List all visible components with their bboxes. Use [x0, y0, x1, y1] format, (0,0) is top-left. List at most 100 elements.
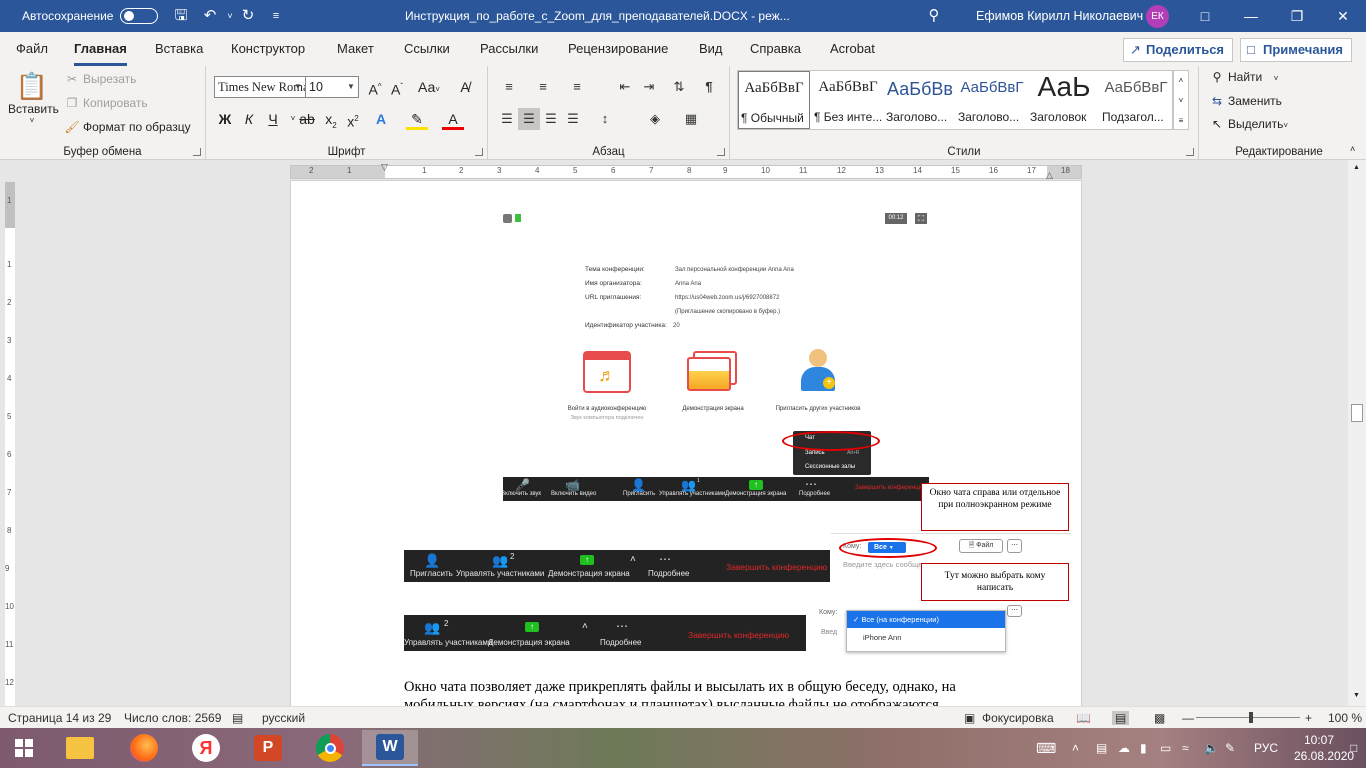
save-icon[interactable]: 🖫 [171, 6, 191, 26]
word-count[interactable]: Число слов: 2569 [124, 711, 221, 725]
undo-icon[interactable]: ↶ [200, 6, 220, 26]
close-icon[interactable]: ✕ [1320, 0, 1366, 32]
style-no-spacing[interactable]: АаБбВвГ ¶ Без инте... [812, 71, 884, 129]
notifications-icon[interactable]: □ [1350, 728, 1357, 768]
bold-icon[interactable]: Ж [214, 108, 236, 130]
style-title[interactable]: АаЬ Заголовок [1028, 71, 1100, 129]
touch-keyboard-icon[interactable]: ⌨ [1036, 728, 1056, 768]
share-button[interactable]: ↗ Поделиться [1123, 38, 1233, 62]
underline-icon[interactable]: Ч [262, 108, 284, 130]
styles-scroll[interactable]: ˄ ˅ ≡ [1173, 70, 1189, 130]
style-subtitle[interactable]: АаБбВвГ Подзагол... [1100, 71, 1172, 129]
select-button[interactable]: ↖ Выделить˅ [1209, 117, 1288, 131]
replace-button[interactable]: ⇆ Заменить [1209, 94, 1282, 108]
collapse-ribbon-icon[interactable]: ˄ [1350, 144, 1355, 154]
justify-icon[interactable]: ☰ [562, 108, 584, 130]
align-left-icon[interactable]: ☰ [496, 108, 518, 130]
style-heading-1[interactable]: АаБбВв Заголово... [884, 71, 956, 129]
align-right-icon[interactable]: ☰ [540, 108, 562, 130]
tray-chevron-icon[interactable]: ˄ [1072, 728, 1079, 768]
tab-insert[interactable]: Вставка [155, 41, 203, 56]
word-icon[interactable]: W [362, 730, 418, 766]
first-line-indent-marker[interactable]: ▽ [381, 162, 388, 173]
superscript-icon[interactable]: x2 [342, 108, 364, 130]
tab-design[interactable]: Конструктор [231, 41, 305, 56]
shrink-font-icon[interactable]: Aˇ [386, 76, 408, 98]
font-color-icon[interactable]: A [442, 108, 464, 130]
tab-mailings[interactable]: Рассылки [480, 41, 538, 56]
tab-home[interactable]: Главная [74, 41, 127, 66]
document-page[interactable]: 00:12 ⛶ Тема конференции: Имя организато… [290, 180, 1082, 706]
comments-button[interactable]: □ Примечания [1240, 38, 1352, 62]
paste-button[interactable]: 📋 Вставить ˅ [8, 70, 59, 136]
numbering-icon[interactable]: ≡ [532, 76, 554, 98]
chrome-icon[interactable] [302, 730, 358, 766]
firefox-icon[interactable] [116, 730, 172, 766]
web-layout-icon[interactable]: ▩ [1154, 711, 1165, 725]
vertical-ruler[interactable]: 1 1 2 3 4 5 6 7 8 9 10 11 12 [0, 160, 18, 706]
borders-icon[interactable]: ▦ [680, 108, 702, 130]
styles-launcher-icon[interactable] [1186, 148, 1194, 156]
copy-button[interactable]: ❐ Копировать [64, 96, 148, 110]
powerpoint-icon[interactable]: P [240, 730, 296, 766]
line-spacing-icon[interactable]: ↕ [594, 108, 616, 130]
tab-layout[interactable]: Макет [337, 41, 374, 56]
user-name[interactable]: Ефимов Кирилл Николаевич [976, 0, 1143, 32]
page-count[interactable]: Страница 14 из 29 [8, 711, 111, 725]
minimize-icon[interactable]: — [1228, 0, 1274, 32]
decrease-indent-icon[interactable]: ⇤ [614, 76, 636, 98]
font-size-select[interactable]: 10 ▼ [305, 76, 359, 98]
font-name-select[interactable]: Times New Roman ▼ [214, 76, 306, 98]
yandex-browser-icon[interactable]: Я [178, 730, 234, 766]
bullets-icon[interactable]: ≡ [498, 76, 520, 98]
wifi-icon[interactable]: ≈ [1182, 728, 1189, 768]
battery-icon[interactable]: ▮ [1140, 728, 1147, 768]
redo-icon[interactable]: ↻ [238, 6, 258, 26]
ribbon-display-icon[interactable]: □ [1182, 0, 1228, 32]
vertical-scrollbar[interactable]: ▲ ▼ [1348, 160, 1366, 706]
sort-icon[interactable]: ⇅ [668, 76, 690, 98]
customize-qat-icon[interactable]: ≡ [266, 6, 286, 26]
search-icon[interactable]: ⚲ [924, 6, 944, 26]
zoom-slider[interactable] [1196, 717, 1300, 718]
clipboard-launcher-icon[interactable] [193, 148, 201, 156]
onedrive-icon[interactable]: ☁ [1118, 728, 1130, 768]
multilevel-list-icon[interactable]: ≡ [566, 76, 588, 98]
tab-file[interactable]: Файл [16, 41, 48, 56]
zoom-slider-thumb[interactable] [1249, 712, 1253, 723]
horizontal-ruler[interactable]: 2 1 1 2 3 4 5 6 7 8 9 10 11 12 13 14 15 … [290, 162, 1082, 180]
subscript-icon[interactable]: x2 [320, 108, 342, 130]
read-mode-icon[interactable]: 📖 [1076, 711, 1091, 725]
italic-icon[interactable]: К [238, 108, 260, 130]
style-heading-2[interactable]: АаБбВвГ Заголово... [956, 71, 1028, 129]
zoom-level[interactable]: 100 % [1328, 711, 1362, 725]
monitor-icon[interactable]: ▭ [1160, 728, 1171, 768]
grow-font-icon[interactable]: A^ [364, 76, 386, 98]
menu-item-record[interactable]: Запись [805, 450, 825, 456]
scroll-thumb[interactable] [1351, 404, 1363, 422]
find-button[interactable]: ⚲ Найти ˅ [1209, 70, 1279, 84]
font-launcher-icon[interactable] [475, 148, 483, 156]
autosave-toggle[interactable] [120, 8, 158, 24]
focus-mode[interactable]: Фокусировка [982, 711, 1054, 725]
shading-icon[interactable]: ◈ [644, 108, 666, 130]
align-center-icon[interactable]: ☰ [518, 108, 540, 130]
clock[interactable]: 10:07 26.08.2020 [1294, 728, 1354, 768]
language[interactable]: русский [262, 711, 305, 725]
zoom-out-icon[interactable]: — [1182, 711, 1194, 725]
highlight-icon[interactable]: ✎ [406, 108, 428, 130]
text-effects-icon[interactable]: A [370, 108, 392, 130]
restore-icon[interactable]: ❐ [1274, 0, 1320, 32]
network-icon[interactable]: ▤ [1096, 728, 1107, 768]
clear-formatting-icon[interactable]: A̸ [454, 76, 476, 98]
pen-icon[interactable]: ✎ [1225, 728, 1235, 768]
scroll-down-icon[interactable]: ▼ [1353, 692, 1360, 699]
strikethrough-icon[interactable]: ab [296, 108, 318, 130]
undo-dropdown-icon[interactable]: ˅ [220, 6, 240, 26]
tab-help[interactable]: Справка [750, 41, 801, 56]
paragraph-launcher-icon[interactable] [717, 148, 725, 156]
input-language[interactable]: РУС [1254, 728, 1278, 768]
proofing-icon[interactable]: ▤ [232, 711, 243, 725]
avatar[interactable]: ЕК [1146, 5, 1169, 28]
change-case-button[interactable]: Аа˅ [414, 76, 444, 98]
